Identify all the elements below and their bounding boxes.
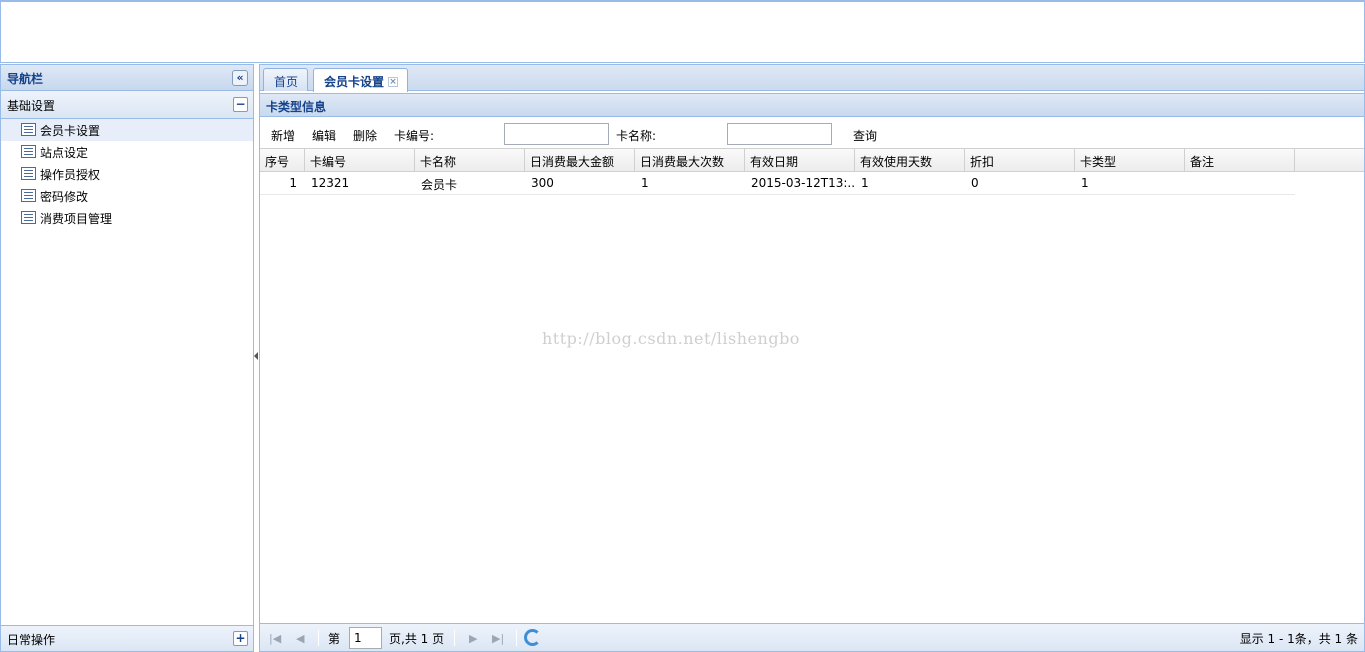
cell-card-name: 会员卡 xyxy=(421,178,458,192)
nav-title: 导航栏 xyxy=(7,72,44,86)
list-icon xyxy=(21,189,36,202)
prev-page-icon[interactable]: ◀ xyxy=(296,632,304,645)
list-icon xyxy=(21,145,36,158)
accordion-header-daily[interactable]: 日常操作 + xyxy=(1,625,253,651)
list-icon xyxy=(21,167,36,180)
panel-title: 卡类型信息 xyxy=(266,100,327,114)
table-row[interactable]: 1 12321 会员卡 300 1 2015-03-12T13:... 1 0 … xyxy=(260,172,1295,195)
list-icon xyxy=(21,211,36,224)
next-page-icon[interactable]: ▶ xyxy=(469,632,477,645)
accordion-header-basic[interactable]: 基础设置 − xyxy=(1,91,253,119)
panel-header: 卡类型信息 xyxy=(260,93,1364,117)
nav-item-label: 操作员授权 xyxy=(40,168,101,182)
list-icon xyxy=(21,123,36,136)
cell-remark xyxy=(1185,172,1295,194)
collapse-arrow-icon[interactable] xyxy=(254,352,258,360)
nav-item-label: 消费项目管理 xyxy=(40,212,113,226)
cell-max-amount: 300 xyxy=(531,176,554,190)
nav-tree: 会员卡设置 站点设定 操作员授权 密码修改 消费项目管理 xyxy=(1,119,253,229)
edit-button[interactable]: 编辑 xyxy=(312,127,336,144)
watermark: http://blog.csdn.net/lishengbo xyxy=(542,329,800,348)
grid-header: 序号 卡编号 卡名称 日消费最大金额 日消费最大次数 有效日期 有效使用天数 折… xyxy=(260,148,1364,172)
data-grid: 序号 卡编号 卡名称 日消费最大金额 日消费最大次数 有效日期 有效使用天数 折… xyxy=(260,148,1364,195)
query-button[interactable]: 查询 xyxy=(853,127,877,144)
delete-button[interactable]: 删除 xyxy=(353,127,377,144)
accordion-title: 基础设置 xyxy=(7,99,56,113)
pager-info: 显示 1 - 1条，共 1 条 xyxy=(1239,632,1358,646)
last-page-icon[interactable]: ▶| xyxy=(492,632,504,645)
accordion-title: 日常操作 xyxy=(7,633,56,647)
nav-item-site-settings[interactable]: 站点设定 xyxy=(1,141,253,163)
cell-max-count: 1 xyxy=(641,176,649,190)
page-number-input[interactable]: 1 xyxy=(349,627,382,649)
cell-valid-days: 1 xyxy=(861,176,869,190)
cell-discount: 0 xyxy=(971,176,979,190)
tab-label: 会员卡设置 xyxy=(324,75,385,89)
column-header[interactable]: 有效使用天数 xyxy=(855,149,965,172)
column-header[interactable]: 备注 xyxy=(1185,149,1295,172)
nav-item-consumption[interactable]: 消费项目管理 xyxy=(1,207,253,229)
main-panel: 首页 会员卡设置 × 卡类型信息 新增 编辑 删除 卡编号: 卡名称: 查询 序号… xyxy=(259,64,1365,652)
page-prefix: 第 xyxy=(328,632,341,646)
first-page-icon[interactable]: |◀ xyxy=(269,632,281,645)
nav-item-card-settings[interactable]: 会员卡设置 xyxy=(1,119,253,141)
nav-item-operator-auth[interactable]: 操作员授权 xyxy=(1,163,253,185)
column-header[interactable]: 卡名称 xyxy=(415,149,525,172)
collapse-section-icon[interactable]: − xyxy=(233,97,248,112)
column-header[interactable]: 序号 xyxy=(260,149,305,172)
nav-item-label: 站点设定 xyxy=(40,146,89,160)
column-header[interactable]: 有效日期 xyxy=(745,149,855,172)
separator xyxy=(516,630,517,646)
cell-card-no: 12321 xyxy=(311,176,350,190)
tab-label: 首页 xyxy=(274,75,299,89)
nav-header: 导航栏 « xyxy=(1,65,253,91)
nav-panel: 导航栏 « 基础设置 − 会员卡设置 站点设定 操作员授权 密码修改 消费项目管… xyxy=(0,64,254,652)
cell-index: 1 xyxy=(289,176,297,190)
refresh-icon[interactable] xyxy=(524,629,541,646)
nav-item-label: 会员卡设置 xyxy=(40,124,101,138)
column-header[interactable]: 日消费最大次数 xyxy=(635,149,745,172)
card-no-input[interactable] xyxy=(504,123,609,145)
card-name-input[interactable] xyxy=(727,123,832,145)
card-name-label: 卡名称: xyxy=(616,129,657,143)
tab-card-settings[interactable]: 会员卡设置 × xyxy=(313,68,409,92)
separator xyxy=(318,630,319,646)
expand-section-icon[interactable]: + xyxy=(233,631,248,646)
cell-valid-date: 2015-03-12T13:... xyxy=(751,176,855,190)
tab-home[interactable]: 首页 xyxy=(263,68,309,91)
close-icon[interactable]: × xyxy=(388,77,399,87)
add-button[interactable]: 新增 xyxy=(271,127,295,144)
nav-item-label: 密码修改 xyxy=(40,190,89,204)
pagination-bar: |◀ ◀ 第 1 页,共 1 页 ▶ ▶| 显示 1 - 1条，共 1 条 xyxy=(260,623,1364,651)
column-header[interactable]: 折扣 xyxy=(965,149,1075,172)
toolbar: 新增 编辑 删除 卡编号: 卡名称: 查询 xyxy=(260,121,1364,148)
top-banner xyxy=(0,0,1365,63)
cell-card-type: 1 xyxy=(1081,176,1089,190)
nav-item-password[interactable]: 密码修改 xyxy=(1,185,253,207)
card-no-label: 卡编号: xyxy=(394,129,435,143)
column-header[interactable]: 卡类型 xyxy=(1075,149,1185,172)
collapse-left-icon[interactable]: « xyxy=(232,70,248,86)
column-header[interactable]: 卡编号 xyxy=(305,149,415,172)
page-suffix: 页,共 1 页 xyxy=(389,632,445,646)
tab-strip: 首页 会员卡设置 × xyxy=(260,65,1364,92)
separator xyxy=(454,630,455,646)
column-header[interactable]: 日消费最大金额 xyxy=(525,149,635,172)
